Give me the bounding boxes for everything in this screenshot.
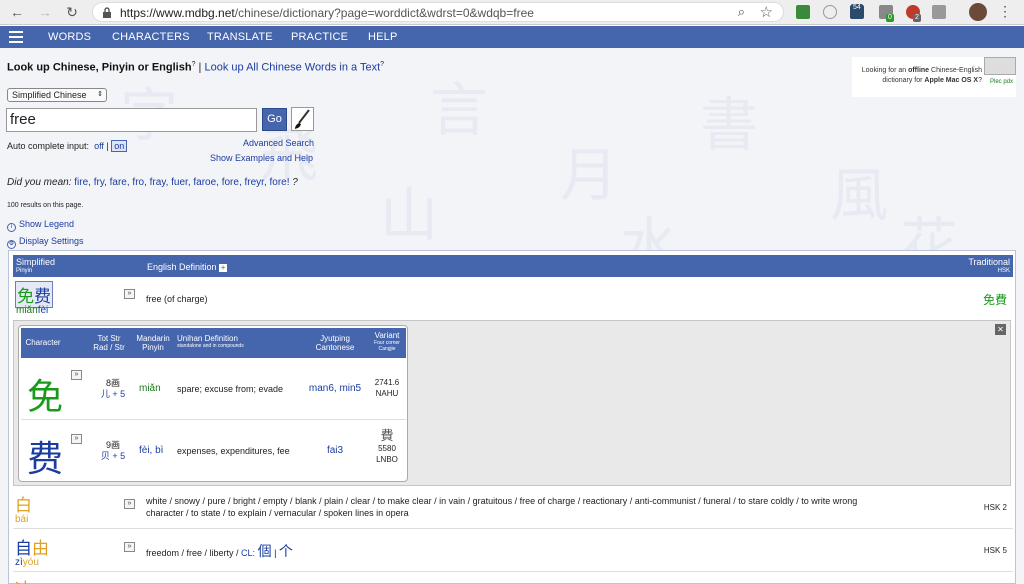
back-icon[interactable]: ←	[8, 3, 26, 21]
expand-arrow-icon[interactable]: »	[71, 434, 82, 444]
menu-item-translate[interactable]: TRANSLATE	[207, 31, 273, 43]
autocomplete-on[interactable]: on	[111, 140, 128, 152]
extension-badge: 54	[851, 4, 863, 12]
lock-icon	[103, 7, 111, 18]
did-you-mean: Did you mean: fire, fry, fare, fro, fray…	[7, 177, 298, 188]
script-select[interactable]: Simplified Chinese ⇕	[7, 88, 107, 102]
classifier-simplified[interactable]: 个	[279, 544, 293, 560]
hsk-level: HSK 5	[983, 546, 1007, 555]
menu-item-characters[interactable]: CHARACTERS	[112, 31, 190, 43]
entry-hanzi[interactable]: 免费	[15, 281, 53, 308]
entry-hanzi-partial[interactable]: 冰	[15, 575, 32, 584]
char-pinyin: fèi, bì	[139, 445, 164, 456]
menu-item-words[interactable]: WORDS	[48, 31, 91, 43]
hsk-level: HSK 2	[983, 503, 1007, 512]
entry-traditional: 免費	[982, 293, 1007, 307]
table-row[interactable]: 自由 zìyóu » freedom / free / liberty / CL…	[13, 532, 1013, 572]
entry-pinyin: miǎnfèi	[16, 305, 49, 316]
menu-item-practice[interactable]: PRACTICE	[291, 31, 348, 43]
autocomplete-off[interactable]: off	[94, 141, 104, 151]
character-breakdown-table: Character Tot Str Rad / Str Mandarin Pinyi…	[18, 325, 408, 482]
entry-definition: free (of charge)	[146, 294, 208, 304]
entry-pinyin: bái	[15, 514, 29, 525]
lookup-text-link[interactable]: Look up All Chinese Words in a Text	[204, 62, 380, 74]
col-traditional: Traditional HSK	[968, 257, 1010, 275]
expand-arrow-icon[interactable]: »	[124, 542, 135, 552]
extension-badge: 2	[913, 14, 921, 22]
mac-app-promo[interactable]: Looking for an offline Chinese-English di…	[852, 57, 1016, 97]
promo-app-label: Plec pdx	[990, 79, 1014, 85]
entry-definition: white / snowy / pure / bright / empty / …	[146, 496, 858, 518]
character-glyph[interactable]: 费	[27, 430, 63, 482]
search-input[interactable]: free	[6, 108, 257, 132]
suggestion-links[interactable]: fire, fry, fare, fro, fray, fuer, faroe,…	[74, 177, 289, 188]
expand-arrow-icon[interactable]: »	[71, 370, 82, 380]
col-english: English Definition +	[147, 262, 228, 272]
char-definition: spare; excuse from; evade	[177, 384, 284, 394]
char-jyutping: fai3	[326, 445, 344, 456]
col-simplified: Simplified Pinyin	[16, 257, 56, 275]
autocomplete-toggle: Auto complete input: off | on	[7, 140, 128, 152]
advanced-search-link[interactable]: Advanced Search	[243, 138, 314, 148]
entry-pinyin: zìyóu	[15, 557, 39, 568]
breakdown-header: Character Tot Str Rad / Str Mandarin Pinyi…	[21, 328, 406, 358]
classifier-traditional[interactable]: 個	[258, 544, 272, 560]
character-row[interactable]: 费 » 9画贝 + 5 fèi, bì expenses, expenditur…	[21, 422, 406, 482]
stroke-info: 8画儿 + 5	[100, 378, 126, 399]
url-text: https://www.mdbg.net/chinese/dictionary?…	[120, 6, 534, 20]
mail-extension-icon[interactable]	[796, 5, 810, 19]
entry-definition: freedom / free / liberty / CL: 個 | 个	[146, 544, 293, 560]
address-bar[interactable]: https://www.mdbg.net/chinese/dictionary?…	[92, 2, 784, 22]
char-definition: expenses, expenditures, fee	[177, 446, 290, 456]
forward-icon[interactable]: →	[36, 3, 54, 21]
close-icon[interactable]: ✕	[995, 324, 1006, 335]
settings-icon: ⚙	[7, 240, 16, 249]
show-legend-link[interactable]: i Show Legend	[7, 219, 74, 232]
table-row[interactable]: 冰	[13, 575, 1013, 584]
profile-avatar[interactable]	[969, 3, 987, 21]
menu-item-help[interactable]: HELP	[368, 31, 398, 43]
entry-hanzi[interactable]: 自由	[15, 534, 49, 559]
display-settings-link[interactable]: ⚙ Display Settings	[7, 236, 84, 249]
character-row[interactable]: 免 » 8画儿 + 5 miǎn spare; excuse from; eva…	[21, 360, 406, 420]
results-table: Simplified Pinyin English Definition + Tr…	[8, 250, 1016, 584]
hamburger-menu-icon[interactable]	[9, 31, 23, 43]
bookmark-star-icon[interactable]: ☆	[760, 3, 773, 21]
browser-toolbar: ← → ↻ https://www.mdbg.net/chinese/dicti…	[0, 0, 1024, 25]
zoom-icon[interactable]: ⌕	[738, 4, 745, 20]
extension-badge: 0	[886, 14, 894, 22]
browser-menu-icon[interactable]: ⋮	[998, 3, 1012, 20]
char-pinyin: miǎn	[139, 383, 161, 394]
expand-arrow-icon[interactable]: »	[124, 289, 135, 299]
char-codes: 2741.6 NAHU	[374, 378, 400, 398]
table-row[interactable]: 白 bái » white / snowy / pure / bright / …	[13, 489, 1013, 529]
stroke-info: 9画贝 + 5	[100, 440, 126, 461]
char-codes: 費 5580 LNBO	[376, 429, 398, 464]
help-link[interactable]: ?	[380, 61, 384, 68]
entry-hanzi[interactable]: 白	[15, 491, 32, 516]
go-button[interactable]: Go	[262, 108, 287, 131]
mac-app-image	[984, 57, 1016, 75]
handwriting-input-button[interactable]	[291, 107, 314, 131]
expand-arrow-icon[interactable]: »	[124, 499, 135, 509]
lookup-title: Look up Chinese, Pinyin or English	[7, 61, 192, 74]
reload-icon[interactable]: ↻	[63, 3, 81, 21]
results-count: 100 results on this page.	[7, 202, 84, 209]
info-icon: i	[7, 223, 16, 232]
lookup-header: Look up Chinese, Pinyin or English? | Lo…	[7, 61, 385, 74]
variant-char[interactable]: 費	[380, 429, 393, 444]
brush-icon	[295, 109, 310, 129]
character-glyph[interactable]: 免	[27, 368, 63, 420]
site-menu-bar: WORDS CHARACTERS TRANSLATE PRACTICE HELP	[0, 26, 1024, 48]
expand-plus-icon[interactable]: +	[219, 264, 228, 272]
character-detail-panel: ✕ Character Tot Str Rad / Str Mandarin Pin…	[13, 320, 1011, 486]
examples-help-link[interactable]: Show Examples and Help	[210, 153, 313, 163]
table-row[interactable]: 免费 miǎnfèi » free (of charge) 免費	[13, 279, 1013, 319]
char-jyutping: man6, min5	[308, 383, 362, 394]
info-extension-icon[interactable]	[823, 5, 837, 19]
select-arrows-icon: ⇕	[97, 91, 103, 98]
table-header: Simplified Pinyin English Definition + Tr…	[13, 255, 1013, 277]
promo-text: Looking for an offline Chinese-English di…	[861, 67, 982, 84]
extension-icon[interactable]	[932, 5, 946, 19]
